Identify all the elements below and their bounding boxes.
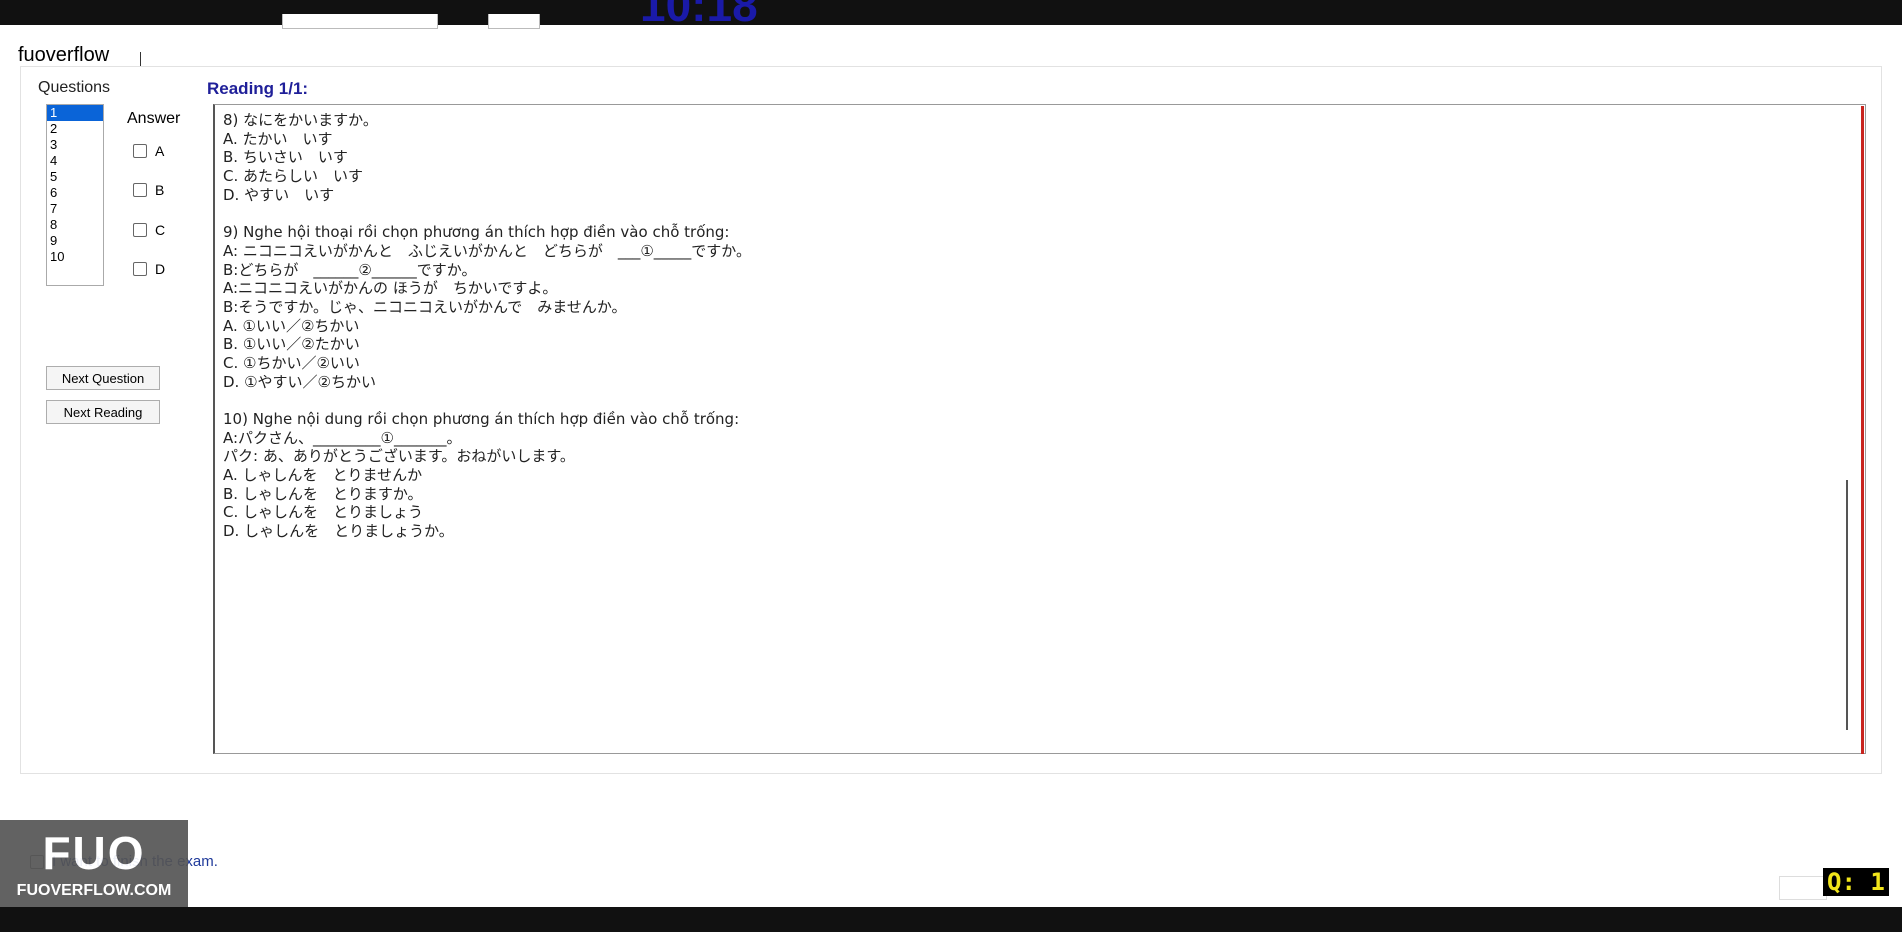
question-list-item[interactable]: 3 <box>47 137 103 153</box>
reading-line: D. やすい いす <box>223 185 335 204</box>
red-edge-bar <box>1861 106 1864 754</box>
question-list-item[interactable]: 4 <box>47 153 103 169</box>
answer-option-d[interactable]: D <box>133 260 165 278</box>
answer-option-b[interactable]: B <box>133 181 164 199</box>
fuoverflow-logo: FUO FUOVERFLOW.COM <box>0 820 188 907</box>
question-list[interactable]: 1 2 3 4 5 6 7 8 9 10 <box>46 104 104 286</box>
question-list-item[interactable]: 6 <box>47 185 103 201</box>
checkbox-c[interactable] <box>133 223 147 237</box>
reading-line: D. ①やすい／②ちかい <box>223 372 376 391</box>
top-partial-control <box>282 14 438 29</box>
reading-line: B. ①いい／②たかい <box>223 335 360 354</box>
question-list-item[interactable]: 8 <box>47 217 103 233</box>
answer-option-d-label: D <box>155 261 166 277</box>
checkbox-d[interactable] <box>133 262 147 276</box>
checkbox-b[interactable] <box>133 183 147 197</box>
reading-line: D. しゃしんを とりましょうか。 <box>223 522 454 541</box>
reading-line: A: ニコニコえいがかんと ふじえいがかんと どちらが ___①_____ですか… <box>223 241 751 260</box>
reading-line: A. しゃしんを とりませんか <box>223 466 423 485</box>
reading-line <box>223 391 1803 410</box>
reading-line: パク: あ、ありがとうございます。おねがいします。 <box>223 447 575 466</box>
question-counter: Q: 1 <box>1823 868 1889 896</box>
reading-line: C. ①ちかい／②いい <box>223 353 360 372</box>
reading-line: B:どちらが ______②______ですか。 <box>223 260 477 279</box>
reading-line: C. あたらしい いす <box>223 167 364 186</box>
answer-option-c[interactable]: C <box>133 221 165 239</box>
reading-line: B. ちいさい いす <box>223 148 348 167</box>
reading-line: A:ニコニコえいがかんの ほうが ちかいですよ。 <box>223 279 558 298</box>
bottom-black-bar <box>0 907 1902 932</box>
reading-line: 8) なにをかいますか。 <box>223 111 378 129</box>
answer-option-a[interactable]: A <box>133 142 164 160</box>
answer-option-b-label: B <box>155 182 165 198</box>
reading-line: A:パクさん、_________①_______。 <box>223 428 462 447</box>
reading-title: Reading 1/1: <box>207 79 309 98</box>
logo-url: FUOVERFLOW.COM <box>16 882 172 899</box>
next-reading-button[interactable]: Next Reading <box>46 400 160 424</box>
next-question-button[interactable]: Next Question <box>46 366 160 390</box>
question-counter-box <box>1779 876 1827 900</box>
reading-line <box>223 204 1803 223</box>
reading-textbox[interactable]: 8) なにをかいますか。 A. たかい いす B. ちいさい いす C. あたらしい … <box>213 104 1866 754</box>
reading-line: B:そうですか。じゃ、ニコニコえいがかんで みませんか。 <box>223 297 627 316</box>
answer-option-a-label: A <box>155 143 165 159</box>
scrollbar[interactable] <box>1846 480 1848 730</box>
timer-clip: 10:18 <box>640 0 820 25</box>
question-list-item[interactable]: 1 <box>47 105 103 121</box>
answer-option-c-label: C <box>155 222 166 238</box>
reading-line: 10) Nghe nội dung rồi chọn phương án thí… <box>223 410 740 428</box>
question-list-item[interactable]: 2 <box>47 121 103 137</box>
reading-line: B. しゃしんを とりますか。 <box>223 484 423 503</box>
reading-content: 8) なにをかいますか。 A. たかい いす B. ちいさい いす C. あたらしい … <box>223 111 1803 541</box>
question-list-item[interactable]: 10 <box>47 249 103 265</box>
questions-label: Questions <box>38 79 111 96</box>
reading-line: C. しゃしんを とりましょう <box>223 503 424 522</box>
checkbox-a[interactable] <box>133 144 147 158</box>
reading-line: A. たかい いす <box>223 129 333 148</box>
question-list-item[interactable]: 7 <box>47 201 103 217</box>
timer-display: 10:18 <box>640 0 758 25</box>
app-name: fuoverflow <box>18 44 110 66</box>
question-list-item[interactable]: 5 <box>47 169 103 185</box>
top-partial-control-small <box>488 14 540 29</box>
question-list-item[interactable]: 9 <box>47 233 103 249</box>
logo-mark: FUO <box>42 827 146 879</box>
reading-line: A. ①いい／②ちかい <box>223 316 360 335</box>
answer-label: Answer <box>127 110 181 127</box>
reading-line: 9) Nghe hội thoại rồi chọn phương án thí… <box>223 223 730 242</box>
